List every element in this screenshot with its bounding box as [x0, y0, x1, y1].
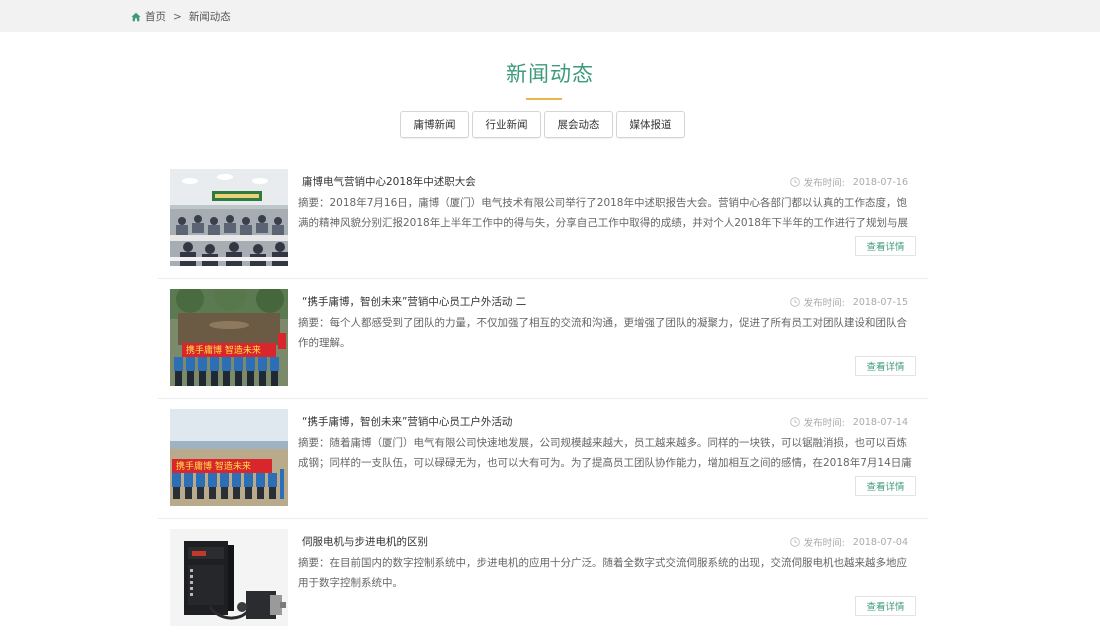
tab-company-news[interactable]: 庸博新闻: [400, 111, 469, 138]
view-details-button[interactable]: 查看详情: [855, 476, 916, 496]
news-thumbnail-beach[interactable]: 携手庸博 智造未来: [170, 409, 288, 506]
news-date: 发布时间: 2018-07-14: [789, 415, 908, 429]
news-date: 发布时间: 2018-07-15: [789, 295, 908, 309]
clock-icon: [789, 417, 800, 427]
news-title[interactable]: “携手庸博，智创未来”营销中心员工户外活动: [302, 414, 512, 429]
category-tabs: 庸博新闻 行业新闻 展会动态 媒体报道: [400, 111, 688, 138]
news-item: 携手庸博 智造未来 “携手庸博，智创未来”营销中心员工户外活动 二 发布时间: …: [158, 279, 928, 399]
banner-text: 携手庸博 智造未来: [176, 460, 251, 472]
date-label: 发布时间:: [803, 178, 845, 189]
view-details-button[interactable]: 查看详情: [855, 356, 916, 376]
news-title[interactable]: 庸博电气营销中心2018年中述职大会: [302, 174, 476, 189]
news-thumbnail-meeting[interactable]: [170, 169, 288, 266]
clock-icon: [789, 537, 800, 547]
tab-exhibition-news[interactable]: 展会动态: [544, 111, 613, 138]
news-summary: 摘要：2018年7月16日，庸博（厦门）电气技术有限公司举行了2018年中述职报…: [298, 197, 908, 229]
news-summary: 摘要：在目前国内的数字控制系统中，步进电机的应用十分广泛。随着全数字式交流伺服系…: [298, 557, 907, 589]
news-summary: 摘要：每个人都感受到了团队的力量，不仅加强了相互的交流和沟通，更增强了团队的凝聚…: [298, 317, 907, 349]
date-value: 2018-07-14: [852, 416, 908, 428]
breadcrumb-home-link[interactable]: 首页: [145, 9, 166, 24]
clock-icon: [789, 177, 800, 187]
date-label: 发布时间:: [803, 538, 845, 549]
news-title[interactable]: 伺服电机与步进电机的区别: [302, 534, 428, 549]
breadcrumb-bar: 首页 > 新闻动态: [0, 0, 1100, 32]
news-summary: 摘要：随着庸博（厦门）电气有限公司快速地发展，公司规模越来越大，员工越来越多。同…: [298, 437, 912, 469]
news-item: 伺服电机与步进电机的区别 发布时间: 2018-07-04 摘要：在目前国内的数…: [158, 519, 928, 639]
news-list: 庸博电气营销中心2018年中述职大会 发布时间: 2018-07-16 摘要：2…: [158, 159, 928, 639]
view-details-button[interactable]: 查看详情: [855, 236, 916, 256]
news-item: 携手庸博 智造未来 “携手庸博，智创未来”营销中心员工户外活动 发布时间: 20…: [158, 399, 928, 519]
tab-media-reports[interactable]: 媒体报道: [616, 111, 685, 138]
clock-icon: [789, 297, 800, 307]
date-label: 发布时间:: [803, 298, 845, 309]
breadcrumb-current: 新闻动态: [188, 11, 231, 23]
tab-industry-news[interactable]: 行业新闻: [472, 111, 541, 138]
date-value: 2018-07-04: [852, 536, 908, 548]
news-thumbnail-servo[interactable]: [170, 529, 288, 626]
news-thumbnail-outdoor[interactable]: 携手庸博 智造未来: [170, 289, 288, 386]
title-underline: [526, 98, 562, 100]
news-date: 发布时间: 2018-07-16: [789, 175, 908, 189]
news-date: 发布时间: 2018-07-04: [789, 535, 908, 549]
home-icon[interactable]: [131, 12, 141, 22]
breadcrumb: 首页 > 新闻动态: [131, 9, 231, 24]
breadcrumb-separator: >: [173, 10, 182, 23]
view-details-button[interactable]: 查看详情: [855, 596, 916, 616]
banner-text: 携手庸博 智造未来: [186, 344, 261, 356]
date-value: 2018-07-15: [852, 296, 908, 308]
news-title[interactable]: “携手庸博，智创未来”营销中心员工户外活动 二: [302, 294, 526, 309]
page-title: 新闻动态: [506, 62, 594, 86]
date-value: 2018-07-16: [852, 176, 908, 188]
date-label: 发布时间:: [803, 418, 845, 429]
news-item: 庸博电气营销中心2018年中述职大会 发布时间: 2018-07-16 摘要：2…: [158, 159, 928, 279]
